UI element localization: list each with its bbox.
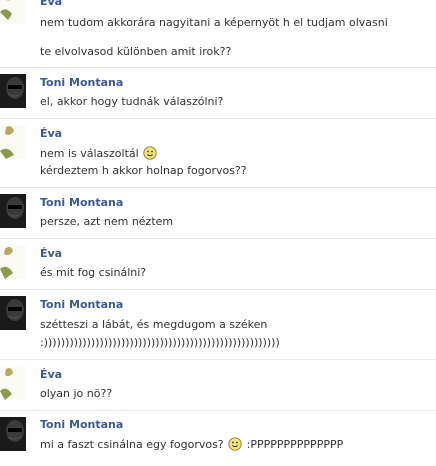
- sender-name[interactable]: Éva: [40, 368, 62, 382]
- toni-montana-avatar[interactable]: [0, 74, 26, 108]
- message-text: kérdeztem h akkor holnap fogorvos??: [40, 164, 247, 177]
- message-divider: [0, 289, 436, 290]
- message-text: mi a faszt csinálna egy fogorvos? :PPPPP…: [40, 437, 343, 452]
- eva-avatar[interactable]: [0, 366, 26, 400]
- toni-montana-avatar[interactable]: [0, 417, 26, 451]
- message-text: te elvolvasod különben amit irok??: [40, 45, 232, 58]
- sender-name[interactable]: Toni Montana: [40, 298, 123, 312]
- message-divider: [0, 67, 436, 68]
- message-line: mi a faszt csinálna egy fogorvos?: [40, 438, 224, 451]
- sender-name[interactable]: Éva: [40, 0, 62, 9]
- sender-name[interactable]: Éva: [40, 247, 62, 261]
- eva-avatar[interactable]: [0, 245, 26, 279]
- message-line: :PPPPPPPPPPPPPP: [246, 438, 344, 451]
- message-text: :)))))))))))))))))))))))))))))))))))))))…: [40, 336, 280, 349]
- sender-name[interactable]: Toni Montana: [40, 196, 123, 210]
- sender-name[interactable]: Éva: [40, 127, 62, 141]
- sender-name[interactable]: Toni Montana: [40, 76, 123, 90]
- message-line: nem is válaszoltál: [40, 147, 139, 160]
- smiley-icon: [228, 437, 242, 451]
- eva-avatar[interactable]: [0, 125, 26, 159]
- toni-montana-avatar[interactable]: [0, 194, 26, 228]
- eva-avatar[interactable]: [0, 0, 26, 24]
- message-text: nem tudom akkorára nagyitani a képernyöt…: [40, 16, 388, 29]
- message-text: olyan jo nö??: [40, 387, 113, 400]
- message-divider: [0, 187, 436, 188]
- message-divider: [0, 238, 436, 239]
- message-divider: [0, 359, 436, 360]
- message-text: és mit fog csinálni?: [40, 266, 147, 279]
- smiley-icon: [143, 146, 157, 160]
- message-text: persze, azt nem néztem: [40, 215, 174, 228]
- message-text: szétteszi a lábát, és megdugom a széken: [40, 318, 268, 331]
- sender-name[interactable]: Toni Montana: [40, 418, 123, 432]
- message-divider: [0, 118, 436, 119]
- message-text: el, akkor hogy tudnák válaszólni?: [40, 95, 224, 108]
- message-text: nem is válaszoltál: [40, 146, 158, 161]
- message-divider: [0, 410, 436, 411]
- toni-montana-avatar[interactable]: [0, 296, 26, 330]
